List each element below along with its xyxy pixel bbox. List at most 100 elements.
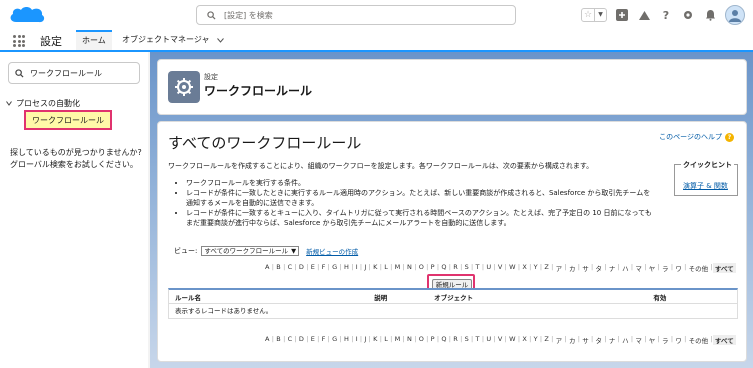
alphabet-filter-item[interactable]: マ [633, 263, 644, 273]
alphabet-filter-item[interactable]: G [330, 263, 340, 273]
alphabet-filter-item[interactable]: G [330, 335, 340, 345]
tree-item-workflow-rules[interactable]: ワークフロールール [24, 110, 112, 130]
alphabet-filter-item[interactable]: M [392, 335, 402, 345]
alphabet-filter-item[interactable]: その他 [686, 263, 710, 273]
alphabet-filter-item[interactable]: ラ [660, 263, 671, 273]
salesforce-logo[interactable] [8, 4, 46, 26]
global-search-input[interactable]: [設定] を検索 [196, 5, 516, 25]
alphabet-filter-item[interactable]: L [382, 263, 390, 273]
alphabet-filter-item[interactable]: カ [567, 263, 578, 273]
alphabet-filter-item[interactable]: X [520, 263, 529, 273]
alphabet-filter-item[interactable]: F [319, 335, 327, 345]
column-header-description[interactable]: 説明 [368, 292, 428, 302]
alphabet-filter-item[interactable]: V [496, 335, 505, 345]
alphabet-filter-item[interactable]: B [274, 263, 283, 273]
alphabet-filter-item[interactable]: W [507, 335, 518, 345]
alphabet-filter-item[interactable]: ヤ [646, 263, 657, 273]
chevron-down-icon[interactable]: ▼ [594, 9, 606, 21]
add-icon[interactable] [615, 8, 629, 22]
alphabet-filter-item[interactable]: タ [593, 335, 604, 345]
gear-icon[interactable] [681, 8, 695, 22]
alphabet-filter-item[interactable]: H [342, 335, 351, 345]
view-select[interactable]: すべてのワークフロールール ▼ [201, 246, 300, 256]
alphabet-filter-item[interactable]: K [371, 263, 380, 273]
help-icon[interactable]: ? [659, 8, 673, 22]
alphabet-filter-item[interactable]: A [263, 335, 272, 345]
page-help-link[interactable]: このページのヘルプ ? [659, 132, 734, 142]
alphabet-filter-item[interactable]: すべて [712, 335, 736, 345]
alphabet-filter-item[interactable]: L [382, 335, 390, 345]
alphabet-filter-item[interactable]: P [428, 263, 437, 273]
quick-find-input[interactable]: ワークフロールール [8, 62, 140, 84]
chevron-down-icon[interactable]: ▼ [291, 247, 296, 256]
alphabet-filter-item[interactable]: R [451, 263, 460, 273]
alphabet-filter-item[interactable]: サ [580, 263, 591, 273]
alphabet-filter-item[interactable]: Y [531, 335, 540, 345]
alphabet-filter-item[interactable]: T [473, 263, 482, 273]
alphabet-filter-item[interactable]: ア [553, 263, 564, 273]
alphabet-filter-item[interactable]: W [507, 263, 518, 273]
alphabet-filter-item[interactable]: H [342, 263, 351, 273]
alphabet-filter-item[interactable]: U [484, 263, 493, 273]
favorites-button[interactable]: ☆ ▼ [581, 8, 607, 22]
column-header-active[interactable]: 有効 [647, 292, 737, 302]
alphabet-filter-item[interactable]: マ [633, 335, 644, 345]
create-new-view-link[interactable]: 新規ビューの作成 [306, 246, 358, 256]
alphabet-filter-item[interactable]: Q [439, 335, 449, 345]
tab-home[interactable]: ホーム [76, 30, 112, 50]
alphabet-filter-item[interactable]: E [308, 263, 317, 273]
alphabet-filter-item[interactable]: C [285, 263, 294, 273]
chevron-down-icon[interactable] [6, 101, 12, 106]
alphabet-filter-item[interactable]: N [405, 335, 414, 345]
alphabet-filter-item[interactable]: ナ [607, 263, 618, 273]
alphabet-filter-item[interactable]: F [319, 263, 327, 273]
column-header-rule-name[interactable]: ルール名 [169, 292, 368, 302]
alphabet-filter-item[interactable]: その他 [686, 335, 710, 345]
tree-item-process-automation[interactable]: プロセスの自動化 [6, 98, 80, 109]
alphabet-filter-item[interactable]: O [416, 335, 426, 345]
alphabet-filter-item[interactable]: P [428, 335, 437, 345]
alphabet-filter-item[interactable]: すべて [712, 263, 736, 273]
alphabet-filter-item[interactable]: ヤ [646, 335, 657, 345]
alphabet-filter-item[interactable]: ハ [620, 335, 631, 345]
chevron-down-icon[interactable] [217, 37, 225, 43]
alphabet-filter-item[interactable]: Y [531, 263, 540, 273]
alphabet-filter-item[interactable]: X [520, 335, 529, 345]
star-icon[interactable]: ☆ [582, 9, 594, 21]
alphabet-filter-item[interactable]: E [308, 335, 317, 345]
alphabet-filter-item[interactable]: ワ [673, 335, 684, 345]
alphabet-filter-item[interactable]: ナ [607, 335, 618, 345]
alphabet-filter-item[interactable]: N [405, 263, 414, 273]
user-avatar[interactable] [725, 5, 745, 25]
column-header-object[interactable]: オブジェクト [428, 292, 647, 302]
alphabet-filter-item[interactable]: D [297, 263, 307, 273]
trailhead-icon[interactable] [637, 8, 651, 22]
alphabet-filter-item[interactable]: O [416, 263, 426, 273]
bell-icon[interactable] [703, 8, 717, 22]
alphabet-filter-item[interactable]: Q [439, 263, 449, 273]
alphabet-filter-item[interactable]: S [462, 335, 471, 345]
alphabet-filter-item[interactable]: ワ [673, 263, 684, 273]
alphabet-filter-item[interactable]: T [473, 335, 482, 345]
app-launcher-icon[interactable] [13, 35, 25, 47]
alphabet-filter-item[interactable]: M [392, 263, 402, 273]
alphabet-filter-item[interactable]: Z [542, 335, 551, 345]
alphabet-filter-item[interactable]: ハ [620, 263, 631, 273]
alphabet-filter-item[interactable]: U [484, 335, 493, 345]
alphabet-filter-item[interactable]: カ [567, 335, 578, 345]
alphabet-filter-item[interactable]: ア [553, 335, 564, 345]
alphabet-filter-item[interactable]: D [297, 335, 307, 345]
alphabet-filter-item[interactable]: S [462, 263, 471, 273]
alphabet-filter-item[interactable]: C [285, 335, 294, 345]
tab-object-manager[interactable]: オブジェクトマネージャ [116, 30, 230, 50]
alphabet-filter-item[interactable]: K [371, 335, 380, 345]
operators-functions-link[interactable]: 演算子 & 関数 [683, 181, 728, 191]
alphabet-filter-item[interactable]: Z [542, 263, 551, 273]
help-icon[interactable]: ? [725, 132, 734, 142]
alphabet-filter-item[interactable]: V [496, 263, 505, 273]
alphabet-filter-item[interactable]: B [274, 335, 283, 345]
alphabet-filter-item[interactable]: タ [593, 263, 604, 273]
alphabet-filter-item[interactable]: A [263, 263, 272, 273]
alphabet-filter-item[interactable]: R [451, 335, 460, 345]
alphabet-filter-item[interactable]: ラ [660, 335, 671, 345]
